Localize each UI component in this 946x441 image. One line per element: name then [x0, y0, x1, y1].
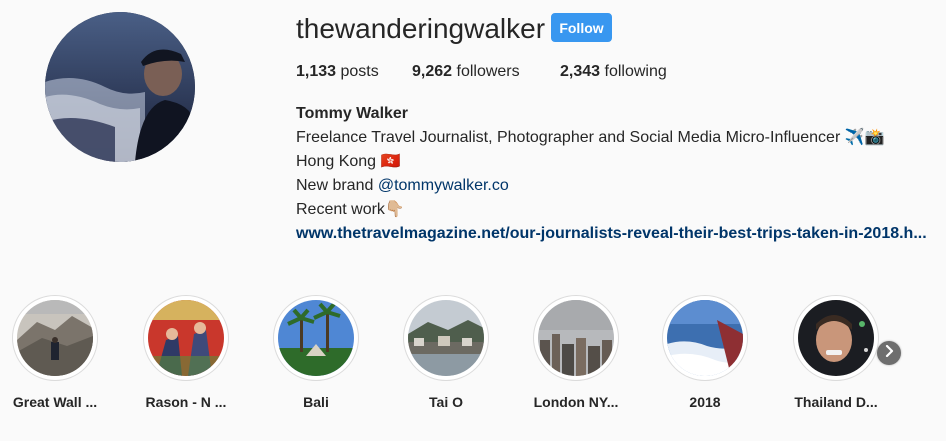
highlight-thumbnail: [667, 300, 743, 376]
highlight-thailand[interactable]: Thailand D...: [781, 295, 891, 411]
highlight-london-ny[interactable]: London NY...: [521, 295, 631, 411]
highlight-thumbnail: [148, 300, 224, 376]
posts-count: 1,133: [296, 63, 337, 80]
highlight-thumbnail: [17, 300, 93, 376]
highlight-label: London NY...: [533, 394, 619, 410]
following-label: following: [604, 63, 667, 80]
highlight-thumbnail: [408, 300, 484, 376]
bio-website-link[interactable]: www.thetravelmagazine.net/our-journalist…: [296, 225, 927, 242]
highlight-thumbnail: [798, 300, 874, 376]
highlight-ring: [662, 295, 748, 381]
highlight-ring: [533, 295, 619, 381]
profile-full-name: Tommy Walker: [296, 105, 409, 122]
highlight-thumbnail: [278, 300, 354, 376]
profile-username: thewanderingwalker: [296, 13, 546, 44]
highlight-bali[interactable]: Bali: [261, 295, 371, 411]
highlight-label: Tai O: [429, 394, 463, 410]
followers-stat[interactable]: 9,262 followers: [412, 62, 520, 82]
follow-button[interactable]: Follow: [551, 13, 612, 42]
highlight-label: Bali: [303, 394, 329, 410]
chevron-right-icon: [884, 344, 894, 362]
following-count: 2,343: [560, 63, 601, 80]
profile-bio: Tommy Walker Freelance Travel Journalist…: [296, 102, 927, 246]
posts-label: posts: [340, 63, 379, 80]
highlight-ring: [403, 295, 489, 381]
bio-mention-link[interactable]: @tommywalker.co: [378, 177, 509, 194]
bio-line-location: Hong Kong 🇭🇰: [296, 153, 401, 170]
following-stat[interactable]: 2,343 following: [560, 62, 667, 82]
highlight-2018[interactable]: 2018: [650, 295, 760, 411]
followers-label: followers: [456, 63, 520, 80]
highlight-ring: [12, 295, 98, 381]
highlight-label: 2018: [689, 394, 721, 410]
highlight-tai-o[interactable]: Tai O: [391, 295, 501, 411]
highlight-ring: [273, 295, 359, 381]
highlight-thumbnail: [538, 300, 614, 376]
followers-count: 9,262: [412, 63, 453, 80]
bio-line-description: Freelance Travel Journalist, Photographe…: [296, 129, 885, 146]
highlights-next-button[interactable]: [877, 341, 901, 365]
bio-line-brand: New brand @tommywalker.co: [296, 174, 927, 198]
highlight-label: Great Wall ...: [12, 394, 98, 410]
highlight-ring: [143, 295, 229, 381]
bio-brand-prefix: New brand: [296, 177, 378, 194]
highlight-rason[interactable]: Rason - N ...: [131, 295, 241, 411]
posts-stat: 1,133 posts: [296, 62, 379, 82]
bio-line-recent-work: Recent work👇🏼: [296, 201, 405, 218]
profile-avatar[interactable]: [45, 12, 195, 162]
highlight-label: Rason - N ...: [145, 394, 227, 410]
highlight-label: Thailand D...: [794, 394, 878, 410]
highlight-great-wall[interactable]: Great Wall ...: [0, 295, 110, 411]
highlight-ring: [793, 295, 879, 381]
